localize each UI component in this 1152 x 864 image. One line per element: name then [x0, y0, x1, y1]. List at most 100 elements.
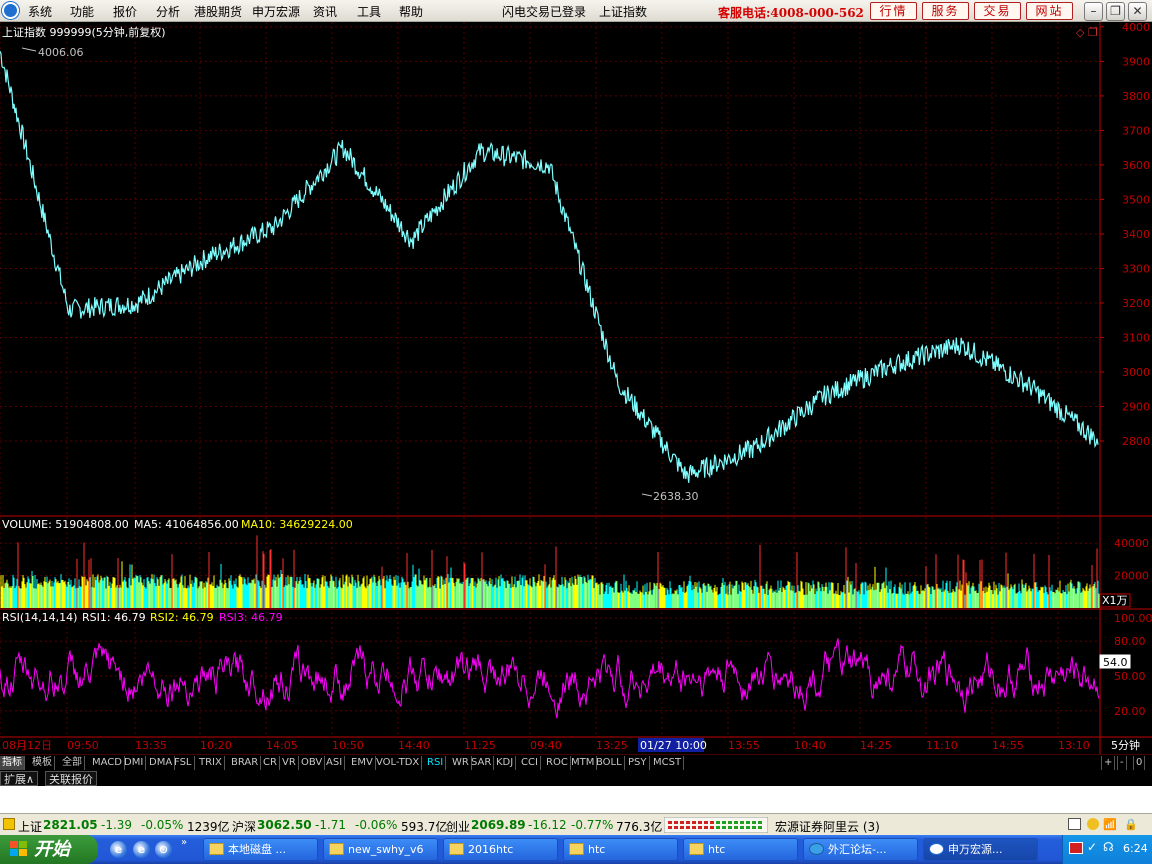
quicklaunch-expand-icon[interactable]: »	[181, 837, 187, 848]
zoom-button-1[interactable]: -	[1117, 756, 1127, 770]
blank-panel	[0, 786, 1152, 813]
expand-button[interactable]: 扩展∧	[0, 771, 39, 786]
restore-icon[interactable]: ❐	[1106, 2, 1125, 21]
start-button[interactable]: 开始	[0, 835, 98, 864]
notepad-icon[interactable]	[1068, 818, 1081, 830]
hs-label: 沪深	[232, 820, 257, 834]
indicator-tab-rsi[interactable]: RSI	[425, 756, 447, 770]
close-icon[interactable]: ✕	[1128, 2, 1147, 21]
indicator-tab-全部[interactable]: 全部	[60, 756, 85, 770]
indicator-tab-vol-tdx[interactable]: VOL-TDX	[374, 756, 423, 770]
zoom-button-2[interactable]: 0	[1133, 756, 1146, 770]
smiley-icon[interactable]	[1087, 818, 1099, 830]
menu-help[interactable]: 帮助	[399, 3, 423, 20]
signal-icon[interactable]: 📶	[1103, 818, 1117, 831]
time-tick-label: 11:10	[926, 739, 958, 752]
breadth-bar	[758, 826, 762, 829]
indicator-tab-asi[interactable]: ASI	[324, 756, 346, 770]
indicator-tab-fsl[interactable]: FSL	[172, 756, 195, 770]
status-indicator-icon[interactable]	[3, 818, 15, 830]
volume-ma5: MA5: 41064856.00	[134, 518, 239, 531]
price-tick-label: 3300	[1122, 262, 1150, 275]
ie-icon-2[interactable]: e	[133, 841, 150, 858]
start-label: 开始	[34, 839, 70, 860]
menu-tools[interactable]: 工具	[357, 3, 381, 20]
min-price-pointer	[641, 493, 653, 497]
hs-amount: 593.7亿	[401, 820, 448, 834]
breadth-bar	[680, 826, 684, 829]
price-tick-label: 3900	[1122, 55, 1150, 68]
menu-quotes[interactable]: 报价	[113, 3, 137, 20]
cy-value: 2069.89	[471, 818, 526, 832]
market-breadth-icon	[664, 817, 768, 833]
indicator-tab-boll[interactable]: BOLL	[594, 756, 625, 770]
indicator-tab-obv[interactable]: OBV	[299, 756, 326, 770]
task-local-disk[interactable]: 本地磁盘 ...	[203, 838, 318, 861]
indicator-tab-kdj[interactable]: KDJ	[494, 756, 517, 770]
breadth-bar	[686, 821, 690, 824]
breadth-bar	[728, 826, 732, 829]
price-tick-label: 3800	[1122, 90, 1150, 103]
chart-area[interactable]: 4000 3900 3800 3700 3600 3500 3400 3300 3200 3100…	[0, 21, 1152, 755]
period-label[interactable]: 5分钟	[1111, 738, 1140, 752]
antivirus-tray-icon[interactable]: ✓	[1087, 840, 1097, 854]
app-icon[interactable]: ⊙	[155, 841, 172, 858]
indicator-tab-trix[interactable]: TRIX	[197, 756, 225, 770]
zoom-button-0[interactable]: +	[1101, 756, 1116, 770]
hs-pct: -0.06%	[355, 818, 398, 832]
menu-analysis[interactable]: 分析	[156, 3, 180, 20]
service-button[interactable]: 服务	[922, 2, 969, 20]
hotline-text: 客服电话:4008-000-562	[718, 6, 864, 20]
ie-icon[interactable]: e	[110, 841, 127, 858]
website-button[interactable]: 网站	[1026, 2, 1073, 20]
rsi1-value: RSI1: 46.79	[82, 611, 146, 624]
kline-chart[interactable]: 4000 3900 3800 3700 3600 3500 3400 3300 3200 3100…	[0, 21, 1152, 755]
time-tick-label: 08月12日	[2, 739, 52, 752]
task-htc-2[interactable]: htc	[683, 838, 798, 861]
cy-amount: 776.3亿	[616, 820, 663, 834]
login-status: 闪电交易已登录	[502, 5, 587, 19]
price-tick-label: 3600	[1122, 159, 1150, 172]
indicator-tab-dmi[interactable]: DMI	[122, 756, 147, 770]
lock-icon[interactable]: 🔒	[1124, 818, 1138, 831]
indicator-tab-mcst[interactable]: MCST	[651, 756, 685, 770]
task-2016htc[interactable]: 2016htc	[443, 838, 558, 861]
trade-button[interactable]: 交易	[974, 2, 1021, 20]
time-tick-label: 13:55	[728, 739, 760, 752]
minimize-icon[interactable]: –	[1084, 2, 1103, 21]
taskbar: 开始 e e ⊙ » 本地磁盘 ... new_swhy_v6 2016htc …	[0, 835, 1152, 864]
indicator-tab-macd[interactable]: MACD	[90, 756, 125, 770]
price-line	[0, 51, 1099, 483]
menu-news[interactable]: 资讯	[313, 3, 337, 20]
menu-hk-futures[interactable]: 港股期货	[194, 3, 242, 20]
indicator-tab-dma[interactable]: DMA	[147, 756, 176, 770]
indicator-tab-cci[interactable]: CCI	[519, 756, 541, 770]
menu-function[interactable]: 功能	[70, 3, 94, 20]
indicator-tab-emv[interactable]: EMV	[349, 756, 376, 770]
indicator-tab-sar[interactable]: SAR	[469, 756, 495, 770]
task-htc-1[interactable]: htc	[563, 838, 678, 861]
related-quotes-button[interactable]: 关联报价	[45, 771, 97, 786]
indicator-tab-roc[interactable]: ROC	[544, 756, 571, 770]
chart-window-icon[interactable]: ❐	[1088, 26, 1098, 39]
task-swhy-active[interactable]: 申万宏源...	[923, 838, 1038, 861]
extension-row: 扩展∧ 关联报价	[0, 770, 1152, 786]
breadth-bar	[734, 821, 738, 824]
time-tick-label: 13:10	[1058, 739, 1090, 752]
indicator-tab-vr[interactable]: VR	[280, 756, 299, 770]
quotes-button[interactable]: 行情	[870, 2, 917, 20]
menu-swhy[interactable]: 申万宏源	[252, 3, 300, 20]
menu-system[interactable]: 系统	[28, 3, 52, 20]
indicator-tab-psy[interactable]: PSY	[626, 756, 650, 770]
indicator-tab-模板[interactable]: 模板	[30, 756, 55, 770]
clock[interactable]: 6:24	[1123, 842, 1148, 855]
task-new-swhy[interactable]: new_swhy_v6	[323, 838, 438, 861]
network-tray-icon[interactable]: ☊	[1103, 840, 1114, 854]
flag-tray-icon[interactable]	[1069, 842, 1083, 854]
chart-zoom-icon[interactable]: ◇	[1076, 26, 1085, 39]
indicator-tab-cr[interactable]: CR	[261, 756, 280, 770]
indicator-tab-指标[interactable]: 指标	[0, 756, 25, 770]
task-forex-forum[interactable]: 外汇论坛-...	[803, 838, 918, 861]
breadth-bar	[740, 821, 744, 824]
indicator-tab-brar[interactable]: BRAR	[229, 756, 262, 770]
